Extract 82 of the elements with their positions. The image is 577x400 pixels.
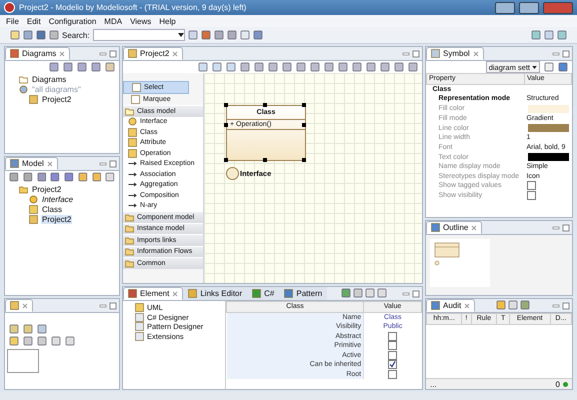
folder-icon — [125, 106, 134, 116]
close-button[interactable] — [543, 2, 573, 14]
resize-handle[interactable] — [263, 158, 267, 162]
menu-item[interactable]: MDA — [104, 16, 122, 26]
maximize-icon[interactable] — [562, 302, 570, 310]
panel-tab[interactable]: Audit — [426, 299, 476, 312]
dropdown-icon[interactable] — [178, 33, 184, 37]
preview-box — [7, 349, 39, 373]
menu-item[interactable]: Configuration — [48, 16, 96, 26]
checkbox[interactable] — [388, 370, 398, 379]
close-icon[interactable] — [59, 50, 66, 56]
resize-handle[interactable] — [263, 103, 267, 107]
resize-handle[interactable] — [302, 103, 306, 107]
dropdown-icon[interactable] — [532, 66, 537, 68]
menu-item[interactable]: Help — [159, 16, 176, 26]
color-swatch[interactable] — [526, 152, 570, 162]
minimize-icon[interactable] — [402, 290, 410, 298]
close-icon[interactable] — [22, 302, 28, 308]
checkbox[interactable] — [388, 332, 398, 341]
tree-item[interactable]: Interface — [41, 194, 74, 204]
app-icon — [4, 2, 15, 13]
close-icon[interactable] — [172, 50, 178, 56]
minimize-icon[interactable] — [99, 50, 107, 58]
minimize-icon[interactable] — [552, 50, 560, 58]
close-icon[interactable] — [471, 224, 478, 230]
color-swatch[interactable] — [526, 123, 570, 133]
maximize-icon[interactable] — [109, 50, 117, 58]
panel-tab[interactable] — [5, 299, 33, 312]
maximize-icon[interactable] — [412, 290, 420, 298]
resize-handle[interactable] — [302, 123, 306, 127]
panel-tab[interactable]: Element — [123, 287, 184, 300]
resize-handle[interactable] — [224, 158, 228, 162]
tree-item[interactable]: Diagrams — [31, 74, 68, 84]
tree-item[interactable]: Project2 — [41, 214, 72, 224]
status-icon — [563, 382, 568, 386]
panel-tab[interactable]: Diagrams — [5, 47, 70, 60]
minimize-icon[interactable] — [99, 302, 107, 310]
close-icon[interactable] — [472, 50, 479, 56]
checkbox[interactable] — [526, 190, 536, 200]
menu-item[interactable]: Edit — [26, 16, 41, 26]
resize-handle[interactable] — [302, 158, 306, 162]
resize-handle[interactable] — [224, 123, 228, 127]
package-icon — [19, 184, 28, 194]
minimize-icon[interactable] — [552, 224, 560, 232]
maximize-icon[interactable] — [562, 224, 570, 232]
window-title: Project2 - Modelio by Modeliosoft - (TRIAL version, 9 day(s) left) — [19, 3, 248, 12]
close-icon[interactable] — [172, 290, 178, 296]
close-icon[interactable] — [464, 302, 470, 308]
maximize-icon[interactable] — [109, 302, 117, 310]
minimize-icon[interactable] — [552, 302, 560, 310]
close-icon[interactable] — [46, 160, 53, 166]
checkbox[interactable] — [388, 350, 398, 360]
checkbox[interactable] — [526, 181, 536, 190]
interface-icon — [29, 194, 38, 204]
tree-item[interactable]: Class — [41, 204, 64, 214]
menu-item[interactable]: Views — [130, 16, 152, 26]
maximize-icon[interactable] — [109, 160, 117, 168]
panel-tab[interactable]: Pattern — [279, 287, 328, 300]
color-swatch[interactable] — [526, 104, 570, 114]
maximize-icon[interactable] — [412, 50, 420, 58]
menu-item[interactable]: File — [6, 16, 19, 26]
panel-tab[interactable]: Outline — [426, 221, 482, 234]
search-label: Search: — [62, 30, 90, 40]
checkbox[interactable] — [388, 360, 398, 370]
tree-item[interactable]: Project2 — [31, 184, 62, 194]
maximize-icon[interactable] — [562, 50, 570, 58]
minimize-icon[interactable] — [402, 50, 410, 58]
folder-icon — [19, 74, 28, 84]
checkbox[interactable] — [388, 341, 398, 350]
panel-tab[interactable]: Model — [5, 157, 58, 170]
filter-icon — [19, 84, 28, 94]
minimize-button[interactable] — [495, 2, 515, 14]
search-field[interactable] — [92, 29, 185, 41]
panel-tab[interactable]: Symbol — [426, 47, 484, 60]
panel-tab[interactable]: C# — [247, 287, 280, 300]
maximize-button[interactable] — [519, 2, 539, 14]
error-count: 0 — [556, 380, 560, 388]
panel-tab[interactable]: Links Editor — [183, 287, 248, 300]
status-text: ... — [430, 380, 437, 388]
resize-handle[interactable] — [224, 103, 228, 107]
minimize-icon[interactable] — [99, 160, 107, 168]
panel-tab[interactable]: Project2 — [123, 47, 184, 60]
